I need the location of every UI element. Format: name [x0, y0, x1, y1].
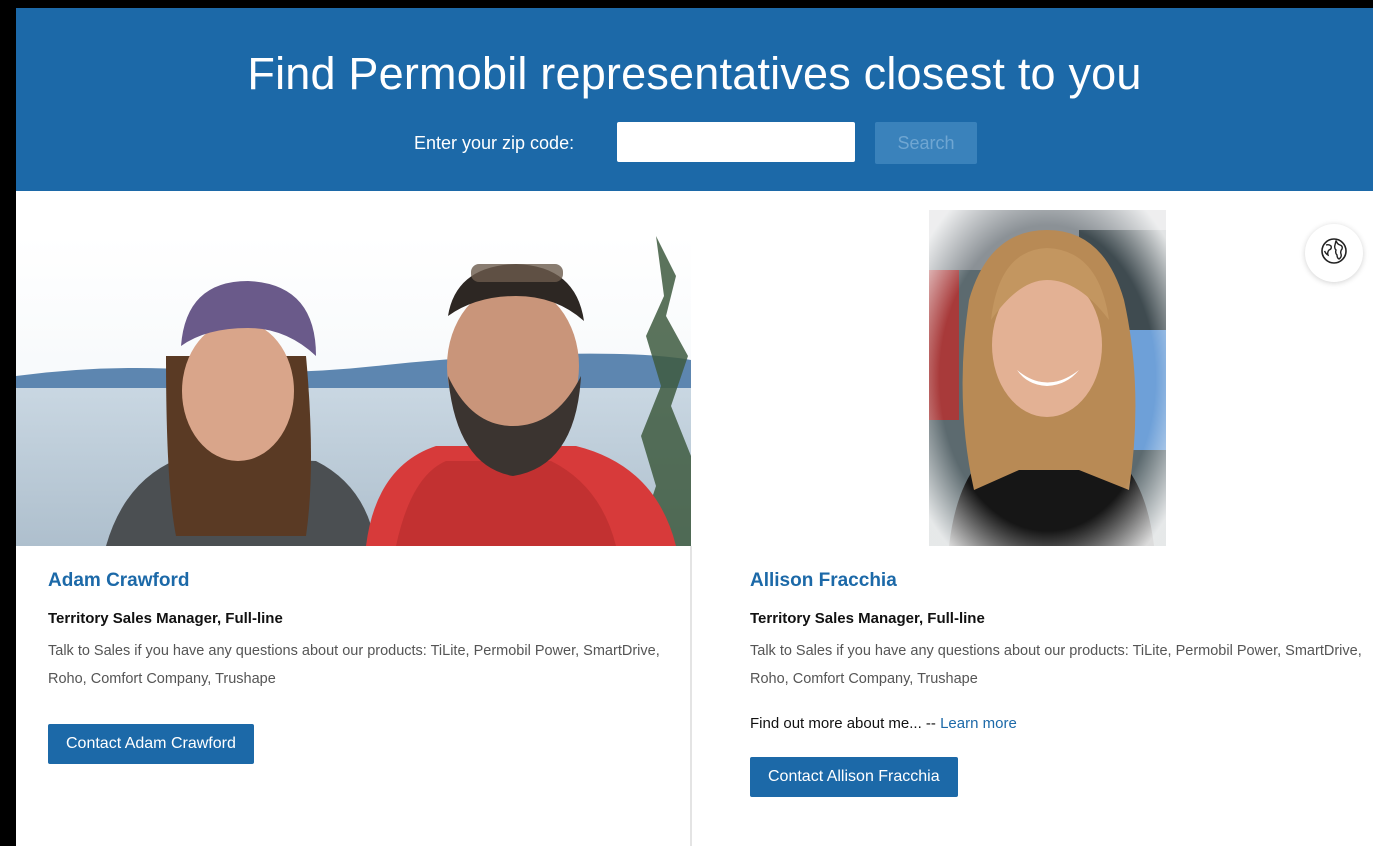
rep-more-info: Find out more about me... -- Learn more [750, 711, 1373, 737]
screen-frame: Find Permobil representatives closest to… [0, 0, 1373, 846]
rep-photo-allison-fracchia [929, 210, 1166, 546]
search-hero: Find Permobil representatives closest to… [16, 8, 1373, 191]
rep-description: Talk to Sales if you have any questions … [750, 643, 1362, 687]
rep-title: Territory Sales Manager, Full-line [750, 610, 985, 627]
page-title: Find Permobil representatives closest to… [247, 48, 1142, 99]
rep-card-allison-fracchia: Allison Fracchia Territory Sales Manager… [750, 565, 1373, 797]
language-globe-button[interactable] [1305, 224, 1363, 282]
globe-icon [1320, 237, 1348, 270]
rep-card-adam-crawford: Adam Crawford Territory Sales Manager, F… [48, 565, 688, 764]
rep-description: Talk to Sales if you have any questions … [48, 643, 660, 687]
zip-label: Enter your zip code: [414, 133, 575, 153]
column-divider [690, 546, 692, 846]
learn-more-link[interactable]: Learn more [940, 715, 1017, 732]
contact-adam-crawford-button[interactable]: Contact Adam Crawford [48, 724, 254, 764]
rep-photo-adam-crawford [16, 236, 691, 546]
page: Find Permobil representatives closest to… [16, 8, 1373, 846]
contact-allison-fracchia-button[interactable]: Contact Allison Fracchia [750, 757, 958, 797]
search-button[interactable]: Search [875, 122, 977, 164]
rep-name: Allison Fracchia [750, 570, 897, 591]
zip-search-row: Enter your zip code: Search [16, 122, 1373, 164]
rep-more-text: Find out more about me... -- [750, 715, 941, 732]
zip-code-input[interactable] [617, 122, 855, 162]
rep-title: Territory Sales Manager, Full-line [48, 610, 283, 627]
rep-name: Adam Crawford [48, 570, 190, 591]
